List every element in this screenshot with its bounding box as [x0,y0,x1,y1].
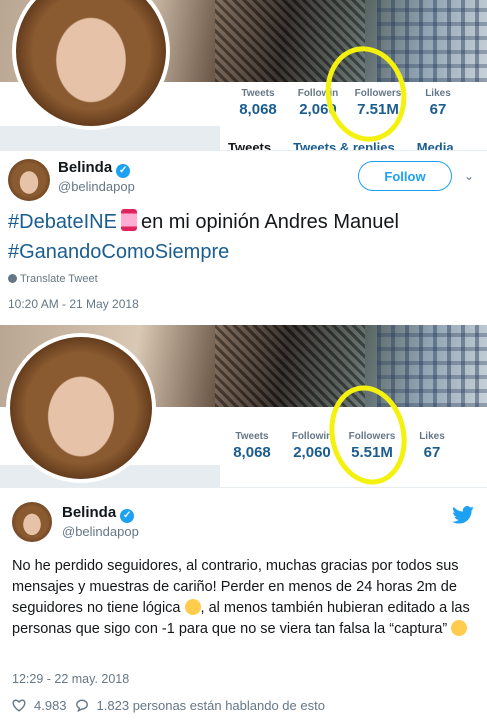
reply-icon[interactable] [75,699,89,712]
verified-icon: ✓ [116,164,131,178]
tweet-text: No he perdido seguidores, al contrario, … [12,558,470,637]
laughing-emoji-icon [184,599,201,615]
tweet-card-en: Belinda ✓ @belindapop Follow ⌄ #DebateINE… [0,150,487,326]
profile-header-before: Tweets 8,068 Followin 2,060 Followers 7.… [0,0,487,160]
follow-button[interactable]: Follow [358,161,452,191]
lantern-emoji-icon [120,209,137,231]
display-name[interactable]: Belinda ✓ [62,504,135,523]
user-handle[interactable]: @belindapop [58,179,135,194]
hashtag-ganandocomosiempre[interactable]: #GanandoComoSiempre [8,241,229,263]
avatar[interactable] [8,159,50,201]
profile-avatar[interactable] [6,333,156,483]
user-handle[interactable]: @belindapop [62,524,139,539]
tweet-timestamp[interactable]: 12:29 - 22 may. 2018 [12,672,129,686]
stat-tweets[interactable]: Tweets 8,068 [222,431,282,461]
tweet-text: #DebateINE en mi opinión Andres Manuel #G… [8,209,399,263]
tweet-actions: 4.983 1.823 personas están hablando de e… [12,698,325,713]
globe-icon [8,274,17,283]
tweet-card-es: Belinda ✓ @belindapop No he perdido segui… [0,487,487,726]
conversation-count[interactable]: 1.823 personas están hablando de esto [97,698,325,713]
heart-icon[interactable] [12,699,26,712]
chevron-down-icon[interactable]: ⌄ [464,169,474,183]
avatar[interactable] [12,502,52,542]
tweet-timestamp[interactable]: 10:20 AM - 21 May 2018 [8,297,139,311]
profile-avatar[interactable] [12,0,170,130]
twitter-bird-icon[interactable] [452,506,474,524]
stat-likes[interactable]: Likes 67 [408,88,468,118]
like-count: 4.983 [34,698,67,713]
stat-tweets[interactable]: Tweets 8,068 [228,88,288,118]
stat-likes[interactable]: Likes 67 [402,431,462,461]
profile-header-after: Tweets 8,068 Followin 2,060 Followers 5.… [0,325,487,487]
hashtag-debateine[interactable]: #DebateINE [8,211,117,233]
monocle-emoji-icon [451,620,468,636]
translate-tweet-link[interactable]: Translate Tweet [8,273,98,285]
display-name[interactable]: Belinda ✓ [58,159,131,178]
verified-icon: ✓ [120,509,135,523]
